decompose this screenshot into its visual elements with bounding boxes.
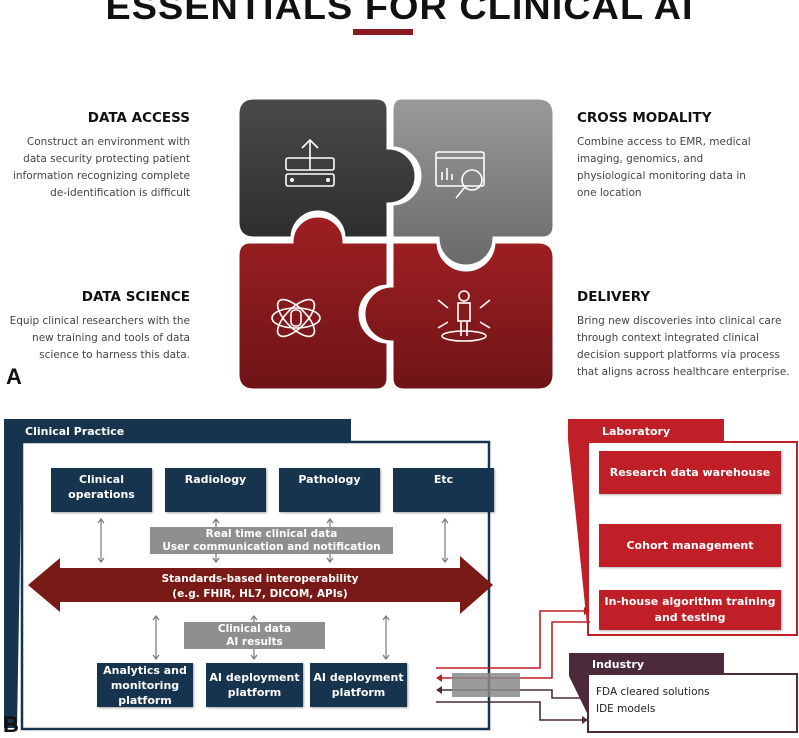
realtime-data-box: Real time clinical data User communicati… (150, 527, 393, 554)
lab-item-label: In-house algorithm training (604, 595, 776, 608)
laboratory-connectors (436, 607, 590, 682)
lab-item-label: Cohort management (626, 538, 754, 552)
lab-item-label: and testing (654, 611, 726, 624)
dept-radiology[interactable]: Radiology (165, 468, 266, 512)
interoperability-label: Standards-based interoperability (e.g. F… (60, 572, 460, 602)
dept-pathology[interactable]: Pathology (279, 468, 380, 512)
dept-label: operations (68, 488, 135, 501)
platform-label: AI deployment (313, 671, 404, 684)
data-exchange-block (452, 673, 520, 697)
arrow-line: Standards-based interoperability (161, 573, 359, 585)
platform-label: AI deployment (209, 671, 300, 684)
platform-label: platform (118, 693, 172, 707)
lab-item-label: Research data warehouse (609, 465, 771, 479)
dept-clinical-operations[interactable]: Clinical operations (51, 468, 152, 512)
lab-research-data-warehouse[interactable]: Research data warehouse (599, 451, 781, 494)
box-line: Real time clinical data (205, 527, 338, 540)
dept-etc[interactable]: Etc (393, 468, 494, 512)
lab-algorithm-training[interactable]: In-house algorithm training and testing (599, 590, 781, 630)
industry-items: FDA cleared solutions IDE models (596, 684, 710, 718)
laboratory-label: Laboratory (602, 425, 671, 438)
platform-label: platform (227, 686, 282, 699)
platform-label: platform (331, 686, 386, 699)
dept-label: Etc (433, 473, 454, 486)
lab-cohort-management[interactable]: Cohort management (599, 524, 781, 567)
dept-label: Clinical (79, 473, 124, 486)
box-line: User communication and notification (162, 540, 381, 553)
dept-label: Radiology (184, 473, 247, 486)
clinical-data-box: Clinical data AI results (184, 622, 325, 649)
industry-item: FDA cleared solutions (596, 686, 710, 698)
box-line: Clinical data (217, 622, 292, 635)
box-line: AI results (226, 635, 283, 648)
clinical-practice-label: Clinical Practice (25, 425, 125, 438)
industry-item: IDE models (596, 703, 656, 715)
platform-label: Analytics and (103, 663, 187, 677)
platform-analytics-monitoring[interactable]: Analytics and monitoring platform (97, 663, 193, 707)
panel-label-b: B (3, 712, 19, 737)
industry-label: Industry (592, 658, 645, 671)
platform-ai-deployment-1[interactable]: AI deployment platform (206, 663, 303, 707)
platform-label: monitoring (110, 678, 180, 692)
arrow-line: (e.g. FHIR, HL7, DICOM, APIs) (172, 588, 348, 600)
dept-label: Pathology (298, 473, 361, 486)
platform-ai-deployment-2[interactable]: AI deployment platform (310, 663, 407, 707)
